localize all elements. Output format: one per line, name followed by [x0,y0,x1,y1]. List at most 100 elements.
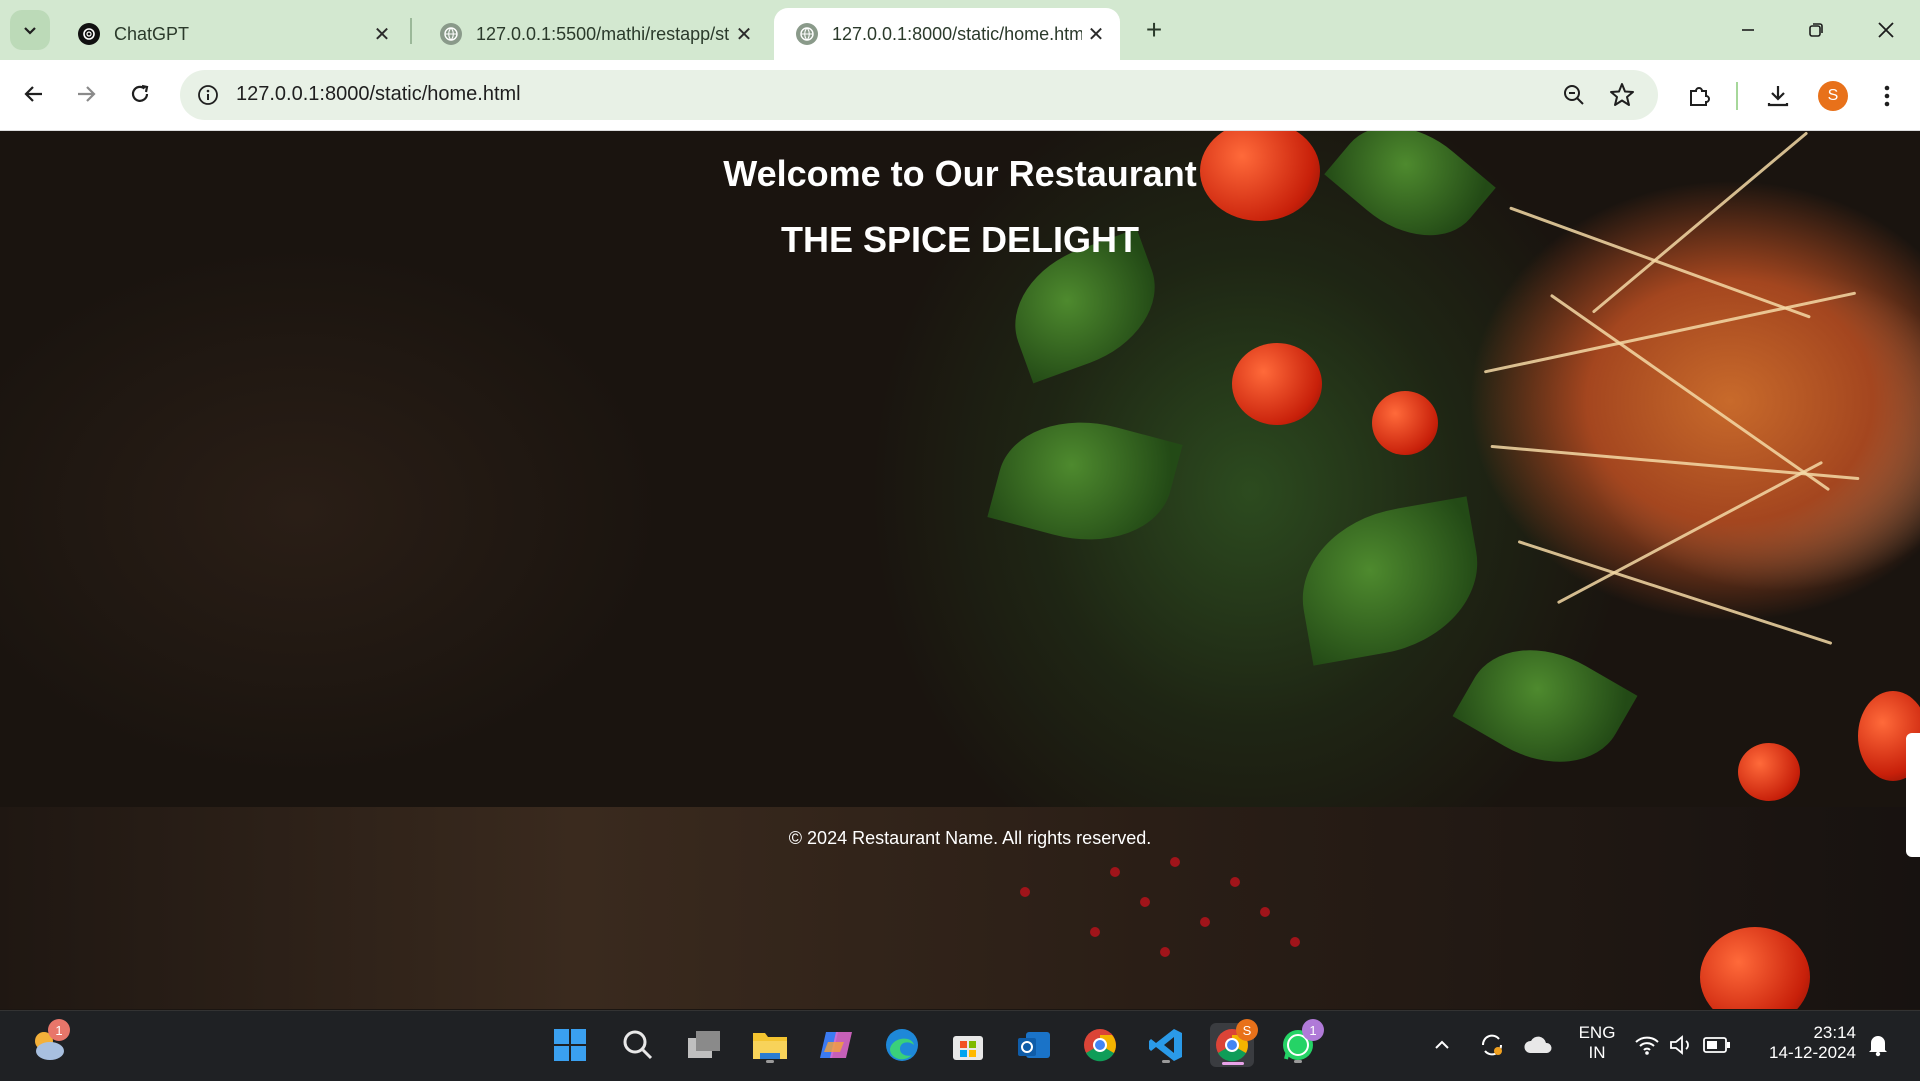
close-icon[interactable]: ✕ [730,20,758,48]
extensions-button[interactable] [1683,80,1715,112]
whatsapp-button[interactable]: 1 [1276,1019,1324,1067]
back-button[interactable] [14,74,54,114]
copilot-button[interactable] [814,1023,858,1067]
zoom-icon[interactable] [1560,81,1588,109]
wifi-icon [1635,1036,1659,1055]
restore-icon [1809,23,1823,37]
peppercorn [1020,887,1030,897]
bell-icon [1869,1036,1887,1057]
arrow-left-icon [24,86,42,102]
peppercorn [1170,857,1180,867]
onedrive-tray-icon[interactable] [1516,1023,1560,1067]
cloud-icon [1524,1036,1552,1053]
restore-button[interactable] [1782,0,1850,60]
active-indicator [1222,1062,1244,1065]
peppercorn [1090,927,1100,937]
tab-chatgpt[interactable]: ChatGPT ✕ [56,8,406,60]
page-viewport: Welcome to Our Restaurant THE SPICE DELI… [0,131,1920,1009]
close-icon[interactable]: ✕ [1082,20,1110,48]
bookmark-star-icon[interactable] [1608,81,1636,109]
new-tab-button[interactable]: + [1136,12,1172,48]
notifications-button[interactable] [1858,1023,1898,1067]
outlook-button[interactable] [1012,1023,1056,1067]
file-explorer-button[interactable] [748,1023,792,1067]
tomato-image [1700,927,1810,1009]
edge-button[interactable] [880,1023,924,1067]
clock-time: 23:14 [1813,1023,1856,1042]
volume-icon [1670,1035,1689,1055]
profile-avatar[interactable]: S [1818,81,1848,111]
close-window-button[interactable] [1852,0,1920,60]
toolbar-divider [1736,82,1738,110]
peppercorn [1160,947,1170,957]
herb-leaf-image [1289,496,1491,666]
site-info-icon[interactable] [194,81,222,109]
address-bar[interactable]: 127.0.0.1:8000/static/home.html [180,70,1658,120]
arrow-right-icon [78,86,96,102]
peppercorn [1290,937,1300,947]
language-indicator[interactable]: ENG IN [1572,1023,1622,1063]
noodle-strand [1490,444,1860,481]
chevron-down-icon [24,27,36,35]
herb-leaf-image [1452,620,1638,792]
peppercorn [1260,907,1270,917]
tab-search-button[interactable] [10,10,50,50]
clock-date: 14-12-2024 [1769,1043,1856,1062]
restaurant-name-heading: THE SPICE DELIGHT [780,219,1140,260]
vscode-icon [1149,1029,1182,1061]
noodle-strand [1483,291,1857,374]
outlook-icon [1018,1032,1050,1058]
volume-tray-icon[interactable] [1664,1023,1698,1067]
taskbar-search-button[interactable] [616,1023,660,1067]
noodle-strand [1556,460,1824,605]
region-code: IN [1588,1043,1606,1062]
close-icon[interactable]: ✕ [368,20,396,48]
running-indicator [766,1060,774,1063]
more-vert-icon [1884,85,1890,107]
start-button[interactable] [548,1023,592,1067]
url-text[interactable]: 127.0.0.1:8000/static/home.html [236,83,521,106]
sync-tray-icon[interactable] [1470,1023,1514,1067]
download-icon [1767,86,1789,107]
windows-taskbar: 1 S 1 ENG IN 23:14 14-12-2024 [0,1010,1920,1081]
profile-badge: S [1236,1019,1258,1041]
tab-home[interactable]: 127.0.0.1:8000/static/home.htm ✕ [774,8,1120,60]
notification-badge: 1 [48,1019,70,1041]
sync-icon [1481,1034,1503,1056]
running-indicator [1162,1060,1170,1063]
tab-title: 127.0.0.1:8000/static/home.htm [832,23,1082,44]
globe-icon [796,23,818,45]
minimize-button[interactable] [1714,0,1782,60]
forward-button[interactable] [66,74,106,114]
chrome-profile-button[interactable]: S [1210,1019,1258,1067]
chrome-button[interactable] [1078,1023,1122,1067]
vscode-button[interactable] [1144,1023,1188,1067]
start-icon [554,1029,586,1061]
tomato-image [1232,343,1322,425]
weather-widget[interactable]: 1 [26,1019,70,1067]
tab-title: 127.0.0.1:5500/mathi/restapp/st [476,23,730,44]
reload-button[interactable] [120,74,160,114]
tray-overflow-button[interactable] [1420,1023,1464,1067]
store-button[interactable] [946,1023,990,1067]
clock[interactable]: 23:14 14-12-2024 [1756,1023,1856,1063]
browser-menu-button[interactable] [1871,80,1903,112]
welcome-heading: Welcome to Our Restaurant [723,153,1197,194]
reload-icon [131,84,149,102]
minimize-icon [1742,29,1754,31]
herb-leaf-image [987,401,1183,561]
task-view-button[interactable] [682,1023,726,1067]
chatgpt-icon [78,23,100,45]
footer-copyright: © 2024 Restaurant Name. All rights reser… [788,828,1152,848]
close-icon [1878,22,1894,38]
puzzle-icon [1690,87,1710,106]
tab-title: ChatGPT [114,23,190,44]
battery-tray-icon[interactable] [1700,1023,1734,1067]
downloads-button[interactable] [1762,80,1794,112]
tomato-image [1372,391,1438,455]
tab-strip: ChatGPT ✕ 127.0.0.1:5500/mathi/restapp/s… [0,0,1920,60]
tab-restapp[interactable]: 127.0.0.1:5500/mathi/restapp/st ✕ [418,8,768,60]
noodle-strand [1517,540,1833,645]
search-icon [623,1030,653,1060]
wifi-tray-icon[interactable] [1630,1023,1664,1067]
